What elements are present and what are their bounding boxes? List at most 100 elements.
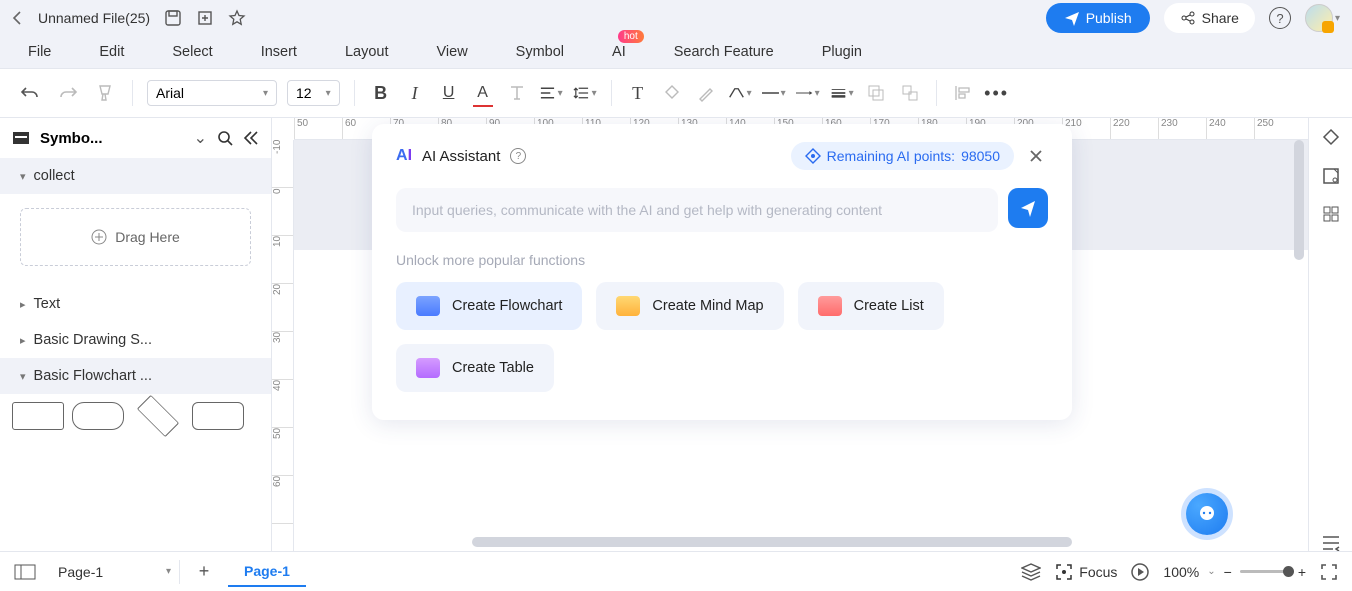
line-style-tool[interactable]: ▾ [762,81,786,105]
fill-panel-icon[interactable] [1321,128,1341,148]
page-tab[interactable]: Page-1 [228,557,306,587]
ungroup-tool[interactable] [898,81,922,105]
chevron-down-icon: ▾ [166,566,171,577]
share-icon [1180,10,1196,26]
chevron-down-icon: ▾ [1335,13,1340,24]
more-tools[interactable]: ••• [985,81,1009,105]
user-menu[interactable]: ▾ [1305,4,1340,32]
chevron-down-icon: ▾ [20,370,26,383]
help-icon[interactable]: ? [1269,7,1291,29]
menu-insert[interactable]: Insert [261,44,297,60]
italic-button[interactable]: I [403,81,427,105]
fill-tool[interactable] [660,81,684,105]
outline-panel-icon[interactable] [1321,535,1341,551]
ai-title: AI Assistant [422,148,500,165]
layers-icon[interactable] [1017,559,1045,585]
chevron-down-icon[interactable]: ⌄ [1207,566,1215,577]
share-button[interactable]: Share [1164,3,1255,33]
menu-select[interactable]: Select [172,44,212,60]
ai-points-badge[interactable]: Remaining AI points: 98050 [791,142,1014,170]
page-selector[interactable]: Page-1▾ [50,560,180,584]
line-spacing-button[interactable]: ▾ [573,81,597,105]
chat-fab[interactable] [1186,493,1228,535]
redo-button[interactable] [54,81,82,105]
underline-button[interactable]: U [437,81,461,105]
menu-symbol[interactable]: Symbol [516,44,564,60]
presentation-icon[interactable] [1127,559,1153,585]
shape-rectangle[interactable] [12,402,64,430]
shape-diamond[interactable] [137,395,179,437]
shape-round-rect-2[interactable] [192,402,244,430]
star-icon[interactable] [228,9,246,27]
sidebar-collapse-icon[interactable] [243,131,259,145]
back-button[interactable] [12,11,24,25]
line-weight-tool[interactable]: ▾ [830,81,854,105]
save-icon[interactable] [164,9,182,27]
ai-action-list[interactable]: Create List [798,282,944,330]
undo-button[interactable] [16,81,44,105]
bold-button[interactable]: B [369,81,393,105]
arrow-style-tool[interactable]: ▾ [796,81,820,105]
ai-action-flowchart[interactable]: Create Flowchart [396,282,582,330]
menu-ai[interactable]: AIhot [612,44,626,60]
connector-tool[interactable]: ▾ [728,81,752,105]
drag-here-zone[interactable]: Drag Here [20,208,251,266]
sidebar-search-icon[interactable] [217,130,233,146]
ai-query-input[interactable] [396,188,998,232]
align-objects-tool[interactable] [951,81,975,105]
text-tool[interactable]: T [626,81,650,105]
ai-action-mindmap[interactable]: Create Mind Map [596,282,783,330]
right-toolbar [1308,118,1352,551]
zoom-value[interactable]: 100% [1163,564,1199,580]
ai-send-button[interactable] [1008,188,1048,228]
font-size-select[interactable]: 12▾ [287,80,340,106]
ai-close-button[interactable] [1024,144,1048,168]
send-icon [1064,10,1080,26]
zoom-slider[interactable] [1240,570,1290,573]
menu-view[interactable]: View [437,44,468,60]
menu-search[interactable]: Search Feature [674,44,774,60]
scrollbar-vertical[interactable] [1294,140,1304,260]
zoom-in-button[interactable]: + [1298,564,1306,580]
sidebar-section-collect[interactable]: ▾collect [0,158,271,194]
scrollbar-horizontal[interactable] [472,537,1072,547]
canvas[interactable]: 5060708090100110120130140150160170180190… [272,118,1308,551]
clear-format-button[interactable] [505,81,529,105]
font-color-button[interactable]: A [471,81,495,105]
sidebar-section-basic-flowchart[interactable]: ▾Basic Flowchart ... [0,358,271,394]
ai-help-icon[interactable]: ? [510,148,526,164]
diamond-icon [805,148,821,164]
sidebar-section-basic-drawing[interactable]: ▸Basic Drawing S... [0,322,271,358]
ai-logo: AI [396,147,412,165]
ai-action-table[interactable]: Create Table [396,344,554,392]
file-name[interactable]: Unnamed File(25) [38,10,150,26]
menu-file[interactable]: File [28,44,51,60]
theme-panel-icon[interactable] [1321,166,1341,186]
menu-layout[interactable]: Layout [345,44,389,60]
zoom-control: 100% ⌄ − + [1163,564,1306,580]
fullscreen-icon[interactable] [1316,559,1342,585]
menubar: File Edit Select Insert Layout View Symb… [0,36,1352,68]
new-window-icon[interactable] [196,9,214,27]
menu-plugin[interactable]: Plugin [822,44,862,60]
format-painter[interactable] [92,80,118,106]
menu-edit[interactable]: Edit [99,44,124,60]
grid-panel-icon[interactable] [1321,204,1341,224]
shape-rounded-rect[interactable] [72,402,124,430]
sidebar-section-text[interactable]: ▸Text [0,286,271,322]
publish-button[interactable]: Publish [1046,3,1150,33]
pen-tool[interactable] [694,81,718,105]
page-layout-icon[interactable] [10,560,40,584]
share-label: Share [1202,10,1239,26]
zoom-out-button[interactable]: − [1224,564,1232,580]
focus-button[interactable]: Focus [1055,563,1117,581]
align-button[interactable]: ▾ [539,81,563,105]
add-page-button[interactable]: + [190,558,218,586]
toolbar: Arial▾ 12▾ B I U A ▾ ▾ T ▾ ▾ ▾ ▾ ••• [0,68,1352,118]
sidebar-expand-icon[interactable]: ⌄ [194,128,207,148]
library-icon [12,131,30,145]
chevron-down-icon: ▾ [20,170,26,183]
chevron-right-icon: ▸ [20,298,26,311]
font-family-select[interactable]: Arial▾ [147,80,277,106]
group-tool[interactable] [864,81,888,105]
